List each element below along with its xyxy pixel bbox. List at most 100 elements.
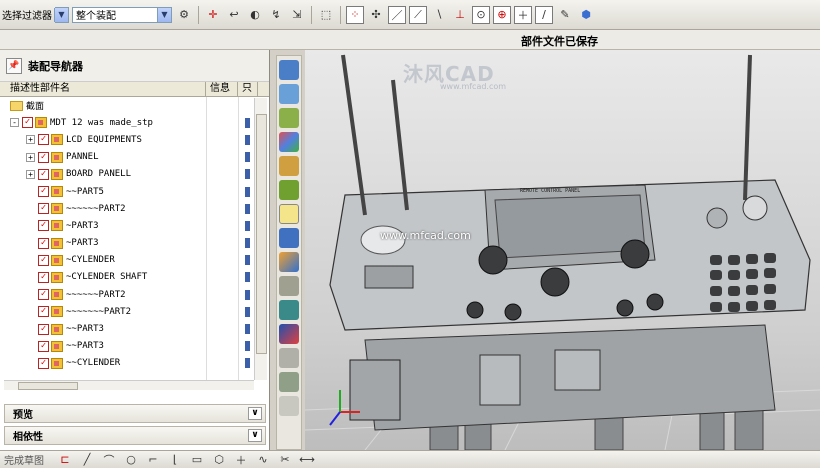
readonly-icon [243, 203, 250, 214]
process-icon[interactable] [279, 372, 299, 392]
dimension-icon[interactable]: ⟷ [298, 451, 316, 468]
column-readonly[interactable]: 只 [238, 82, 258, 96]
snap-icon[interactable]: ✛ [204, 6, 222, 24]
history-icon[interactable] [279, 108, 299, 128]
scope-dropdown[interactable]: 整个装配 ▼ [72, 6, 172, 23]
visibility-checkbox[interactable]: ✓ [38, 254, 49, 266]
intersect-icon[interactable]: ⊥ [451, 6, 469, 24]
center-icon[interactable]: ⊙ [472, 5, 490, 24]
tree-row[interactable]: ✓ ~~PART3 [0, 320, 269, 337]
cube-icon[interactable]: ⬢ [577, 6, 595, 24]
select-icon[interactable]: ⇲ [288, 6, 306, 24]
midpoint-icon[interactable]: ⟋ [409, 5, 427, 24]
tree-row[interactable]: ✓ ~~~~~~PART2 [0, 286, 269, 303]
navigator-icon[interactable] [279, 60, 299, 80]
expand-icon[interactable]: + [26, 135, 35, 145]
reuse-icon[interactable] [279, 324, 299, 344]
roles-icon[interactable] [279, 228, 299, 248]
web-icon[interactable] [279, 300, 299, 320]
view-icon[interactable]: ◐ [246, 6, 264, 24]
camera-icon[interactable] [279, 84, 299, 104]
tangent-icon[interactable]: ∕ [535, 5, 553, 24]
visibility-checkbox[interactable]: ✓ [38, 134, 49, 146]
visibility-checkbox[interactable]: ✓ [38, 306, 49, 318]
pin-icon[interactable]: 📌 [6, 57, 22, 74]
line-end-icon[interactable]: ／ [388, 5, 406, 24]
scroll-thumb[interactable] [256, 114, 267, 354]
tree-row[interactable]: ✓ ~PART3 [0, 235, 269, 252]
rectangle-icon[interactable]: ▭ [188, 451, 206, 468]
circle-icon[interactable]: ○ [122, 451, 140, 468]
visibility-checkbox[interactable]: ✓ [38, 357, 49, 369]
quadrant-icon[interactable]: ⊕ [493, 5, 511, 24]
fillet-icon[interactable]: ⌐ [144, 451, 162, 468]
visibility-checkbox[interactable]: ✓ [38, 168, 49, 180]
expand-icon[interactable]: + [26, 169, 35, 179]
horizontal-scrollbar[interactable] [4, 380, 254, 390]
tree-row[interactable]: ✓ ~~PART3 [0, 338, 269, 355]
filter-dropdown[interactable]: ▼ [54, 6, 69, 23]
palette-icon[interactable] [279, 132, 299, 152]
system-icon[interactable] [279, 252, 299, 272]
tree-row[interactable]: 截面 [0, 97, 269, 114]
visibility-checkbox[interactable]: ✓ [38, 271, 49, 283]
polygon-icon[interactable]: ⬡ [210, 451, 228, 468]
part-icon[interactable] [279, 348, 299, 368]
visibility-checkbox[interactable]: ✓ [38, 237, 49, 249]
plus-icon[interactable]: ＋ [514, 5, 532, 24]
collapse-icon[interactable]: - [10, 118, 19, 128]
finish-sketch-label[interactable]: 完成草图 [4, 452, 44, 467]
scroll-thumb[interactable] [18, 382, 78, 390]
dependency-panel[interactable]: 相依性 ∨ [4, 426, 266, 445]
tree-row[interactable]: ✓ ~CYLENDER [0, 252, 269, 269]
chamfer-icon[interactable]: ⌊ [166, 451, 184, 468]
tree-row[interactable]: + ✓ PANNEL [0, 149, 269, 166]
tree-row[interactable]: ✓ ~~~~~~PART2 [0, 200, 269, 217]
profile-icon[interactable]: ⊏ [56, 451, 74, 468]
graphics-viewport[interactable]: REMOTE CONTROL PANEL 沐风CAD www.mfcad.com… [305, 50, 820, 450]
vertical-scrollbar[interactable] [254, 98, 267, 380]
filter-reset-icon[interactable]: ⚙ [175, 6, 193, 24]
column-info[interactable]: 信息 [206, 82, 238, 96]
tree-row[interactable]: ✓ ~PART3 [0, 217, 269, 234]
visibility-checkbox[interactable]: ✓ [38, 340, 49, 352]
tree-row[interactable]: ✓ ~CYLENDER SHAFT [0, 269, 269, 286]
tree-row[interactable]: - ✓ MDT 12 was made_stp [0, 114, 269, 131]
visibility-checkbox[interactable]: ✓ [38, 220, 49, 232]
materials-icon[interactable] [279, 276, 299, 296]
multi-point-icon[interactable]: ✣ [367, 6, 385, 24]
tree-row[interactable]: + ✓ BOARD PANELL [0, 166, 269, 183]
point-icon[interactable]: ＋ [232, 451, 250, 468]
spline-icon[interactable]: ∿ [254, 451, 272, 468]
preview-panel[interactable]: 预览 ∨ [4, 404, 266, 423]
select-box-icon[interactable]: ⬚ [317, 6, 335, 24]
chevron-down-icon[interactable]: ∨ [248, 429, 262, 442]
tree-row[interactable]: ✓ ~~~~~~~PART2 [0, 303, 269, 320]
visibility-checkbox[interactable]: ✓ [22, 117, 33, 129]
roles-tab-icon[interactable] [279, 396, 299, 416]
panel-label: REMOTE CONTROL PANEL [520, 188, 580, 194]
visibility-checkbox[interactable]: ✓ [38, 289, 49, 301]
visibility-checkbox[interactable]: ✓ [38, 323, 49, 335]
tree-row[interactable]: ✓ ~~CYLENDER [0, 355, 269, 372]
visibility-checkbox[interactable]: ✓ [38, 186, 49, 198]
visibility-checkbox[interactable]: ✓ [38, 203, 49, 215]
assembly-nav-icon[interactable] [279, 204, 299, 224]
tree-row-label: BOARD PANELL [66, 169, 132, 180]
trim-icon[interactable]: ✂ [276, 451, 294, 468]
visibility-checkbox[interactable]: ✓ [38, 151, 49, 163]
point-snap-icon[interactable]: ⁘ [346, 5, 364, 24]
sketch-icon[interactable]: ↯ [267, 6, 285, 24]
edit-icon[interactable]: ✎ [556, 6, 574, 24]
chevron-down-icon[interactable]: ∨ [248, 407, 262, 420]
undo-icon[interactable]: ↩ [225, 6, 243, 24]
expand-icon[interactable]: + [26, 152, 35, 162]
tool-icon[interactable] [279, 180, 299, 200]
tree-row[interactable]: + ✓ LCD EQUIPMENTS [0, 131, 269, 148]
curve-icon[interactable]: ∖ [430, 6, 448, 24]
column-part-name[interactable]: 描述性部件名 [0, 82, 206, 96]
tree-row[interactable]: ✓ ~~PART5 [0, 183, 269, 200]
line-icon[interactable]: ╱ [78, 451, 96, 468]
arc-icon[interactable]: ⌒ [100, 451, 118, 468]
constraint-icon[interactable] [279, 156, 299, 176]
